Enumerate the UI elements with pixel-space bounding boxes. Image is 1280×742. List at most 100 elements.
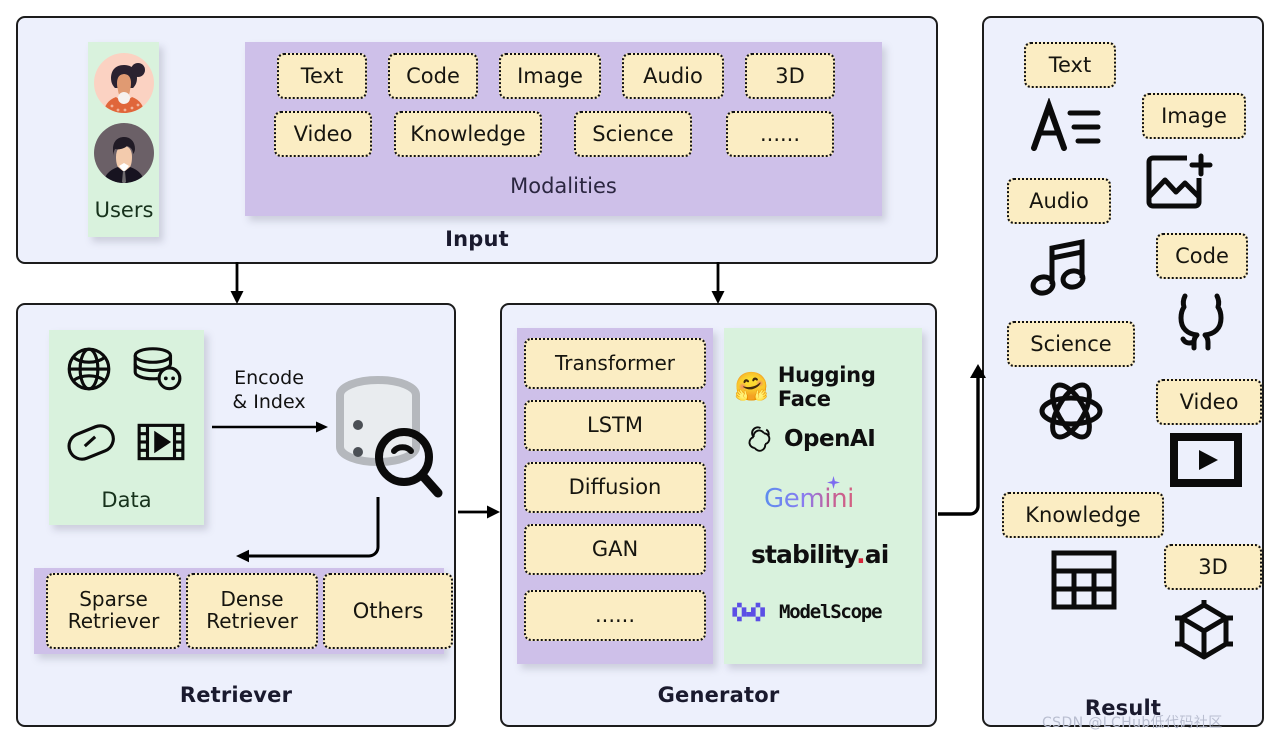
result-label: Video: [1179, 389, 1239, 414]
watermark: CSDN @LCHub低代码社区: [1042, 715, 1223, 731]
modality-chip-science[interactable]: Science: [574, 111, 692, 157]
modality-chip-audio[interactable]: Audio: [622, 53, 724, 99]
modality-chip-3d[interactable]: 3D: [745, 53, 835, 99]
modality-chip-text[interactable]: Text: [277, 53, 367, 99]
openai-icon: [746, 424, 775, 453]
modality-chip-image[interactable]: Image: [499, 53, 601, 99]
result-panel: Text Image Audio Code Science Video Know…: [982, 16, 1264, 727]
encode-line-2: & Index: [232, 390, 306, 413]
text-format-icon: [1028, 98, 1104, 154]
play-box-icon: [1170, 433, 1242, 487]
generator-panel: Transformer LSTM Diffusion GAN ...... 🤗 …: [500, 303, 937, 727]
result-chip-knowledge[interactable]: Knowledge: [1002, 492, 1164, 538]
database-search-icon: [322, 373, 444, 503]
provider-label: stability.ai: [751, 540, 889, 569]
model-chip-transformer[interactable]: Transformer: [524, 338, 706, 389]
retriever-chip-sparse[interactable]: Sparse Retriever: [46, 573, 181, 649]
model-chip-diffusion[interactable]: Diffusion: [524, 462, 706, 513]
result-label: Code: [1175, 243, 1229, 268]
provider-label: ModelScope: [779, 601, 883, 623]
retriever-panel: Data Encode & Index Sparse Retriever Den…: [16, 303, 456, 727]
retriever-label: Sparse Retriever: [67, 587, 160, 633]
provider-label: Gemini: [764, 484, 854, 514]
provider-gemini[interactable]: Gemini: [764, 476, 854, 514]
result-chip-code[interactable]: Code: [1156, 233, 1248, 279]
modality-label: Knowledge: [410, 121, 526, 146]
encode-arrow: [212, 421, 328, 433]
modality-label: 3D: [775, 63, 805, 88]
result-label: Science: [1030, 331, 1112, 356]
model-chip-gan[interactable]: GAN: [524, 524, 706, 575]
modelscope-icon: [732, 599, 770, 625]
result-chip-text[interactable]: Text: [1024, 42, 1116, 88]
result-label: Knowledge: [1025, 502, 1141, 527]
stability-text: stability.ai: [751, 540, 889, 569]
provider-stability[interactable]: stability.ai: [751, 540, 889, 569]
pill-icon: [64, 418, 118, 466]
result-label: Image: [1161, 103, 1227, 128]
cube-icon: [1170, 598, 1238, 664]
provider-label: OpenAI: [784, 425, 876, 452]
input-panel: Users Text Code Image Audio 3D Video Kno…: [16, 16, 938, 264]
retriever-chip-others[interactable]: Others: [323, 573, 453, 649]
add-image-icon: [1145, 152, 1213, 214]
modality-label: Audio: [643, 63, 703, 88]
modality-label: ......: [759, 121, 801, 146]
model-label: GAN: [591, 537, 639, 562]
modality-chip-video[interactable]: Video: [274, 111, 372, 157]
model-chip-more[interactable]: ......: [524, 590, 706, 641]
user-avatar-female: [94, 53, 154, 113]
retriever-label: Others: [352, 598, 424, 623]
retriever-to-generator-arrow: [458, 505, 500, 519]
modality-chip-code[interactable]: Code: [388, 53, 478, 99]
modality-chip-knowledge[interactable]: Knowledge: [394, 111, 542, 157]
model-label: Diffusion: [568, 475, 662, 500]
model-label: ......: [594, 603, 636, 628]
input-to-generator-arrow: [711, 262, 725, 304]
index-to-retrievers-connector: [236, 497, 380, 563]
retriever-label: Dense Retriever: [206, 587, 298, 633]
result-chip-video[interactable]: Video: [1156, 379, 1262, 425]
music-note-icon: [1030, 236, 1092, 298]
modality-label: Science: [592, 121, 674, 146]
result-chip-3d[interactable]: 3D: [1164, 544, 1262, 590]
result-label: Text: [1048, 52, 1092, 77]
encode-line-1: Encode: [234, 367, 304, 389]
modality-label: Video: [293, 121, 353, 146]
result-chip-audio[interactable]: Audio: [1007, 178, 1111, 224]
retriever-chip-dense[interactable]: Dense Retriever: [186, 573, 318, 649]
table-grid-icon: [1050, 549, 1118, 611]
gemini-sparkle-icon: [827, 476, 840, 489]
modalities-label: Modalities: [510, 174, 617, 198]
hugging-face-icon: 🤗: [734, 370, 769, 403]
provider-label: Hugging Face: [777, 363, 876, 411]
model-label: LSTM: [587, 413, 643, 438]
globe-icon: [64, 344, 114, 394]
provider-hugging-face[interactable]: 🤗 Hugging Face: [734, 363, 935, 411]
generator-to-result-connector: [938, 364, 986, 516]
user-avatar-male: [94, 123, 154, 183]
provider-openai[interactable]: OpenAI: [746, 424, 876, 453]
result-label: 3D: [1198, 554, 1228, 579]
result-chip-image[interactable]: Image: [1142, 93, 1246, 139]
input-panel-title: Input: [445, 227, 509, 251]
data-label: Data: [101, 488, 152, 512]
result-chip-science[interactable]: Science: [1007, 321, 1135, 367]
input-to-retriever-arrow: [230, 262, 244, 304]
generator-panel-title: Generator: [657, 683, 780, 707]
encode-index-label: Encode & Index: [214, 367, 324, 415]
result-label: Audio: [1029, 188, 1089, 213]
modality-label: Text: [300, 63, 344, 88]
atom-icon: [1038, 378, 1104, 444]
users-label: Users: [94, 198, 154, 222]
modality-chip-more[interactable]: ......: [726, 111, 834, 157]
model-chip-lstm[interactable]: LSTM: [524, 400, 706, 451]
github-icon: [1172, 290, 1230, 352]
model-label: Transformer: [554, 350, 675, 375]
modality-label: Image: [517, 63, 583, 88]
retriever-panel-title: Retriever: [179, 683, 293, 707]
provider-modelscope[interactable]: ModelScope: [732, 599, 883, 625]
diagram-canvas: Users Text Code Image Audio 3D Video Kno…: [0, 0, 1280, 742]
database-icon: [130, 344, 184, 394]
film-icon: [135, 418, 187, 466]
